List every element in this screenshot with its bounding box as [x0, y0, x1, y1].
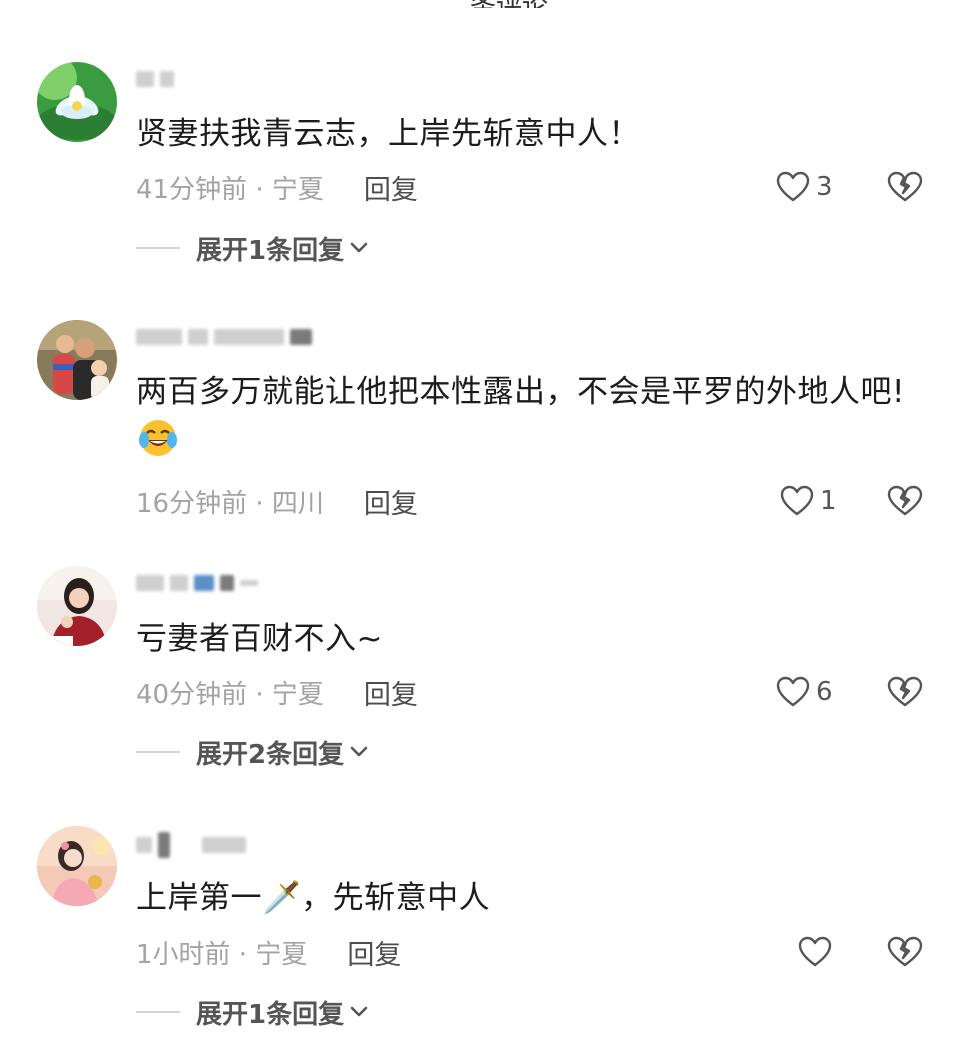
- comment-text: 上岸第一🗡️，先斩意中人: [136, 880, 491, 916]
- username-redacted[interactable]: [136, 64, 174, 94]
- expand-replies-label: 展开1条回复: [196, 999, 345, 1030]
- like-button[interactable]: 6: [776, 672, 833, 712]
- dislike-button[interactable]: [886, 481, 924, 521]
- family-avatar-icon: [37, 320, 117, 400]
- like-button[interactable]: [798, 932, 838, 972]
- crying-laughing-emoji: [138, 418, 178, 474]
- comment-time-location: 16分钟前 · 四川: [136, 488, 324, 519]
- avatar[interactable]: [37, 320, 117, 400]
- username-redacted[interactable]: [136, 568, 258, 598]
- reply-button[interactable]: 回复: [364, 482, 418, 521]
- clipped-header-title: 条评论: [470, 0, 560, 8]
- reply-button[interactable]: 回复: [347, 933, 401, 972]
- comment-time-location: 41分钟前 · 宁夏: [136, 174, 324, 205]
- avatar[interactable]: [37, 826, 117, 906]
- heart-outline-icon: [776, 676, 810, 707]
- comment-text: 两百多万就能让他把本性露出，不会是平罗的外地人吧!: [136, 366, 926, 474]
- comment-meta: 40分钟前 · 宁夏 回复: [136, 672, 418, 712]
- lotus-avatar-icon: [37, 62, 117, 142]
- like-button[interactable]: 3: [776, 167, 833, 207]
- reply-button[interactable]: 回复: [364, 168, 418, 207]
- like-count: 3: [816, 172, 833, 202]
- heart-outline-icon: [798, 936, 832, 967]
- heart-outline-icon: [780, 485, 814, 516]
- comment-text: 贤妻扶我青云志，上岸先斩意中人！: [136, 116, 640, 152]
- broken-heart-icon: [887, 171, 923, 202]
- broken-heart-icon: [887, 676, 923, 707]
- divider-line: [136, 751, 180, 753]
- expand-replies-button[interactable]: 展开1条回复: [136, 992, 368, 1032]
- heart-outline-icon: [776, 171, 810, 202]
- divider-line: [136, 1011, 180, 1013]
- comment-time-location: 40分钟前 · 宁夏: [136, 679, 324, 710]
- broken-heart-icon: [887, 485, 923, 516]
- expand-replies-button[interactable]: 展开2条回复: [136, 732, 368, 772]
- comment-text: 亏妻者百财不入~: [136, 621, 383, 657]
- girl-sunset-avatar-icon: [37, 826, 117, 906]
- broken-heart-icon: [887, 936, 923, 967]
- username-redacted[interactable]: [136, 830, 246, 860]
- comment-time-location: 1小时前 · 宁夏: [136, 939, 308, 970]
- avatar[interactable]: [37, 566, 117, 646]
- expand-replies-button[interactable]: 展开1条回复: [136, 228, 368, 268]
- comment-meta: 1小时前 · 宁夏 回复: [136, 932, 401, 972]
- expand-replies-label: 展开2条回复: [196, 739, 345, 770]
- like-count: 1: [820, 486, 837, 516]
- expand-replies-label: 展开1条回复: [196, 235, 345, 266]
- avatar[interactable]: [37, 62, 117, 142]
- like-button[interactable]: 1: [780, 481, 837, 521]
- chevron-down-icon: [350, 1006, 368, 1018]
- dislike-button[interactable]: [886, 932, 924, 972]
- chevron-down-icon: [350, 242, 368, 254]
- divider-line: [136, 247, 180, 249]
- dislike-button[interactable]: [886, 167, 924, 207]
- comment-meta: 41分钟前 · 宁夏 回复: [136, 167, 418, 207]
- woman-red-sweater-avatar-icon: [37, 566, 117, 646]
- comment-meta: 16分钟前 · 四川 回复: [136, 481, 418, 521]
- dislike-button[interactable]: [886, 672, 924, 712]
- like-count: 6: [816, 677, 833, 707]
- chevron-down-icon: [350, 746, 368, 758]
- username-redacted[interactable]: [136, 322, 312, 352]
- reply-button[interactable]: 回复: [364, 673, 418, 712]
